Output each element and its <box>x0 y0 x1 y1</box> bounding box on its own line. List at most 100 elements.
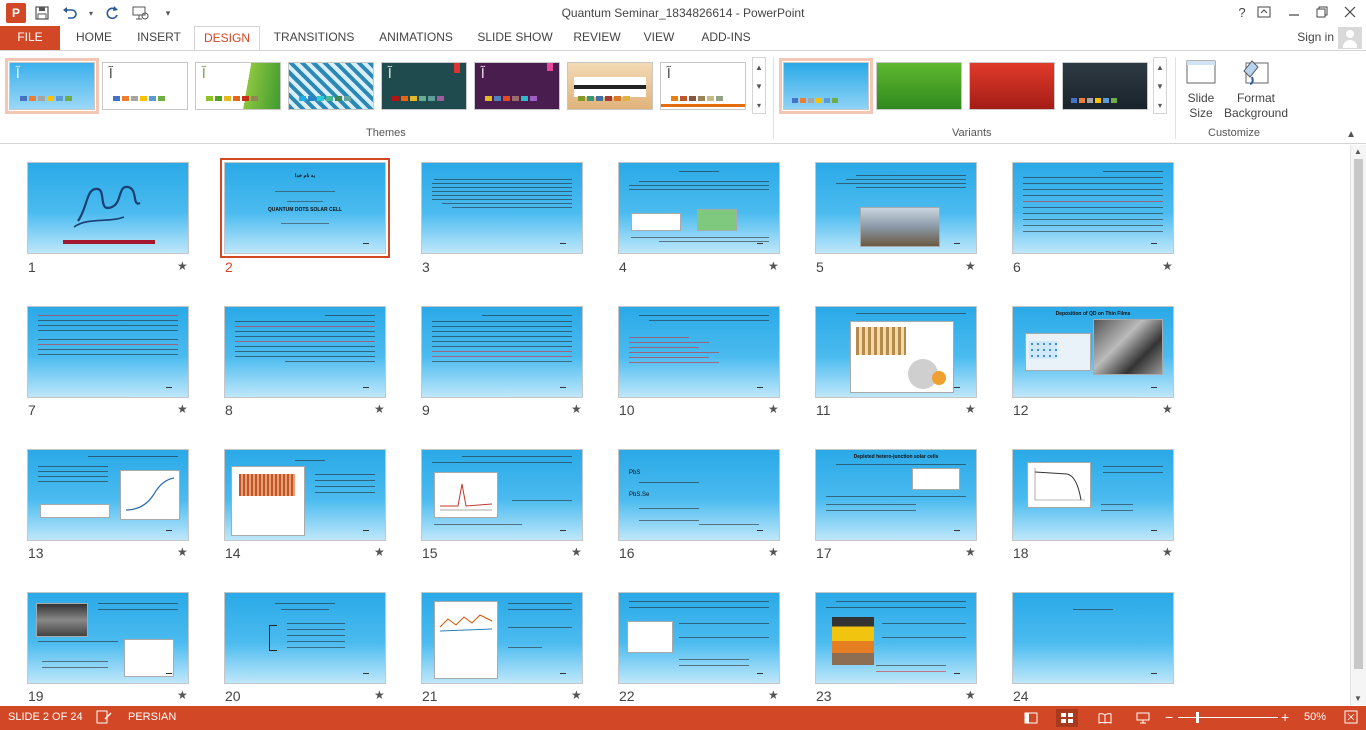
theme-ion-boardroom[interactable]: آ <box>381 62 467 110</box>
theme-office-blue[interactable]: آ <box>5 58 99 114</box>
scroll-up-icon[interactable]: ▲ <box>753 58 765 77</box>
slide-indicator[interactable]: SLIDE 2 OF 24 <box>8 711 83 723</box>
tab-home[interactable]: HOME <box>66 26 122 50</box>
tab-slide-show[interactable]: SLIDE SHOW <box>472 26 558 50</box>
slide-thumbnail-24[interactable] <box>1012 592 1174 684</box>
variants-gallery-scroll[interactable]: ▲ ▼ ▾ <box>1153 57 1167 114</box>
zoom-level[interactable]: 50% <box>1304 711 1326 723</box>
ribbon-display-options-icon[interactable] <box>1250 2 1278 22</box>
avatar[interactable] <box>1338 27 1362 49</box>
title-bar: P ▾ ▾ Quantum Seminar_1834826614 - Power… <box>0 0 1366 26</box>
slide-number: 14 <box>225 545 241 561</box>
collapse-ribbon-icon[interactable]: ▲ <box>1346 129 1356 140</box>
title-underline <box>63 240 155 244</box>
slide-thumbnail-9[interactable] <box>421 306 583 398</box>
brace <box>269 625 277 651</box>
slide-thumbnail-20[interactable] <box>224 592 386 684</box>
variant-dark[interactable] <box>1062 62 1148 110</box>
zoom-slider-thumb[interactable] <box>1196 712 1199 723</box>
slide-thumbnail-17[interactable]: Depleted hetero-junction solar cells <box>815 449 977 541</box>
status-bar: SLIDE 2 OF 24 PERSIAN − + 50% <box>0 706 1366 730</box>
gallery-more-icon[interactable]: ▾ <box>1154 96 1166 115</box>
theme-facet[interactable]: آ <box>195 62 281 110</box>
slide-number: 19 <box>28 688 44 704</box>
zoom-in-button[interactable]: + <box>1281 709 1289 725</box>
slide-thumbnail-18[interactable] <box>1012 449 1174 541</box>
tab-design[interactable]: DESIGN <box>194 26 260 50</box>
sign-in-link[interactable]: Sign in <box>1297 30 1334 44</box>
tab-transitions[interactable]: TRANSITIONS <box>268 26 360 50</box>
slide-number: 7 <box>28 402 36 418</box>
theme-office[interactable]: آ <box>102 62 188 110</box>
vertical-scrollbar[interactable]: ▲ ▼ <box>1350 145 1366 705</box>
slide-number: 21 <box>422 688 438 704</box>
slide-thumbnail-10[interactable] <box>618 306 780 398</box>
slide-number: 1 <box>28 259 36 275</box>
variant-green[interactable] <box>876 62 962 110</box>
slide-number: 23 <box>816 688 832 704</box>
gallery-more-icon[interactable]: ▾ <box>753 96 765 115</box>
scroll-down-icon[interactable]: ▼ <box>1354 694 1362 703</box>
slide-thumbnail-12[interactable]: Deposition of QD on Thin Films <box>1012 306 1174 398</box>
tab-file[interactable]: FILE <box>0 26 60 50</box>
slide-show-view-icon[interactable] <box>1132 709 1154 727</box>
tab-review[interactable]: REVIEW <box>568 26 626 50</box>
slide-size-button[interactable]: Slide Size <box>1182 57 1220 121</box>
slide-thumbnail-4[interactable] <box>618 162 780 254</box>
tab-insert[interactable]: INSERT <box>130 26 188 50</box>
minimize-icon[interactable] <box>1280 2 1308 22</box>
star-icon: ★ <box>374 402 385 416</box>
reading-view-icon[interactable] <box>1094 709 1116 727</box>
slide-thumbnail-3[interactable] <box>421 162 583 254</box>
slide-thumbnail-6[interactable] <box>1012 162 1174 254</box>
scroll-up-icon[interactable]: ▲ <box>1354 147 1362 156</box>
tab-view[interactable]: VIEW <box>636 26 682 50</box>
normal-view-icon[interactable] <box>1020 709 1042 727</box>
figure-iv-curve <box>1034 468 1085 501</box>
scroll-down-icon[interactable]: ▼ <box>1154 77 1166 96</box>
figure-nanostructure <box>239 474 295 496</box>
slide-thumbnail-2[interactable]: به نام خدا QUANTUM DOTS SOLAR CELL <box>220 158 390 258</box>
spelling-check-icon[interactable] <box>96 710 112 727</box>
slide-thumbnail-5[interactable] <box>815 162 977 254</box>
scrollbar-thumb[interactable] <box>1354 159 1363 669</box>
themes-group-label: Themes <box>366 127 406 139</box>
slide-thumbnail-22[interactable] <box>618 592 780 684</box>
fit-to-window-icon[interactable] <box>1344 710 1358 727</box>
close-icon[interactable] <box>1336 2 1364 22</box>
slide-number: 3 <box>422 259 430 275</box>
slide-sorter-view-icon[interactable] <box>1056 709 1078 727</box>
scroll-down-icon[interactable]: ▼ <box>753 77 765 96</box>
slide-thumbnail-11[interactable] <box>815 306 977 398</box>
slide-sorter: 1 ★ به نام خدا QUANTUM DOTS SOLAR CELL 2… <box>0 145 1350 705</box>
language-indicator[interactable]: PERSIAN <box>128 711 176 723</box>
slide-thumbnail-1[interactable] <box>27 162 189 254</box>
zoom-slider-track[interactable] <box>1178 717 1278 718</box>
format-background-button[interactable]: Format Background <box>1222 57 1290 121</box>
slide-thumbnail-7[interactable] <box>27 306 189 398</box>
zoom-out-button[interactable]: − <box>1165 709 1173 725</box>
theme-organic[interactable] <box>567 62 653 110</box>
slide-thumbnail-13[interactable] <box>27 449 189 541</box>
theme-ion[interactable]: آ <box>474 62 560 110</box>
slide-thumbnail-15[interactable] <box>421 449 583 541</box>
restore-icon[interactable] <box>1308 2 1336 22</box>
slide-thumbnail-23[interactable] <box>815 592 977 684</box>
slide-thumbnail-19[interactable] <box>27 592 189 684</box>
slide-thumbnail-8[interactable] <box>224 306 386 398</box>
figure-dot <box>932 371 946 385</box>
ribbon-tabs: FILE HOME INSERT DESIGN TRANSITIONS ANIM… <box>0 26 1366 50</box>
variant-blue[interactable] <box>779 58 873 114</box>
tab-animations[interactable]: ANIMATIONS <box>370 26 462 50</box>
slide-number: 12 <box>1013 402 1029 418</box>
theme-retrospect[interactable]: آ <box>660 62 746 110</box>
variant-red[interactable] <box>969 62 1055 110</box>
theme-integral[interactable] <box>288 62 374 110</box>
slide-thumbnail-14[interactable] <box>224 449 386 541</box>
slide-thumbnail-21[interactable] <box>421 592 583 684</box>
scroll-up-icon[interactable]: ▲ <box>1154 58 1166 77</box>
tab-add-ins[interactable]: ADD-INS <box>692 26 760 50</box>
slide-17-title: Depleted hetero-junction solar cells <box>853 454 939 460</box>
slide-thumbnail-16[interactable]: PbS PbS.Se <box>618 449 780 541</box>
themes-gallery-scroll[interactable]: ▲ ▼ ▾ <box>752 57 766 114</box>
